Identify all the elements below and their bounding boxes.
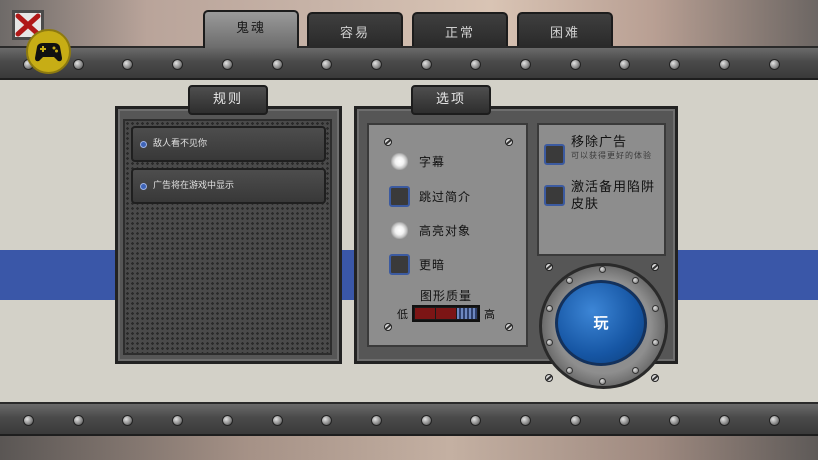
ring-bolt (599, 378, 606, 385)
rivet (769, 59, 780, 70)
option-highlight-objects[interactable]: 高亮对象 (389, 220, 509, 242)
gamepad-button[interactable] (26, 29, 71, 74)
rivet (272, 415, 283, 426)
rule-text: 广告将在游戏中显示 (153, 181, 235, 191)
ring-bolt (632, 367, 639, 374)
ring-bolt (632, 277, 639, 284)
remove-ads-label: 移除广告 (571, 135, 628, 150)
remove-ads-checkbox[interactable] (544, 144, 565, 165)
ring-bolt (566, 277, 573, 284)
rule-text: 敌人看不见你 (153, 139, 208, 149)
screw (545, 374, 553, 382)
ring-bolt (546, 305, 553, 312)
rivet (321, 415, 332, 426)
rivet (222, 415, 233, 426)
ring-bolt (652, 305, 659, 312)
rivet (172, 415, 183, 426)
rivet (769, 415, 780, 426)
rivet (719, 415, 730, 426)
remove-ads-subtitle: 可以获得更好的体验 (571, 151, 652, 160)
ring-bolt (546, 339, 553, 346)
top-metal-rail (0, 46, 818, 80)
screw (651, 374, 659, 382)
rivet (321, 59, 332, 70)
ring-bolt (566, 367, 573, 374)
quality-high-label: 高 (484, 308, 495, 321)
rivet (619, 59, 630, 70)
rivet (570, 59, 581, 70)
rivet (520, 59, 531, 70)
option-subtitles[interactable]: 字幕 (389, 151, 509, 173)
rule-item: 广告将在游戏中显示 (131, 168, 326, 204)
quality-segment[interactable] (436, 308, 456, 319)
screw (505, 138, 513, 146)
option-label: 跳过简介 (419, 190, 472, 204)
screw (384, 138, 392, 146)
rivet (172, 59, 183, 70)
rivet (470, 59, 481, 70)
rivet (222, 59, 233, 70)
graphics-quality-title: 图形质量 (419, 289, 472, 303)
ring-bolt (652, 339, 659, 346)
play-button[interactable]: 玩 (555, 280, 647, 366)
screw (505, 323, 513, 331)
quality-low-label: 低 (397, 308, 408, 321)
option-label: 更暗 (419, 258, 446, 272)
tab-ghost[interactable]: 鬼魂 (203, 10, 299, 48)
option-label: 字幕 (419, 155, 446, 169)
highlight-objects-checkbox[interactable] (389, 220, 410, 241)
backup-trap-checkbox[interactable] (544, 185, 565, 206)
rivet (669, 59, 680, 70)
option-skip-intro[interactable]: 跳过简介 (389, 186, 509, 208)
rule-bullet (140, 141, 147, 148)
tab-normal[interactable]: 正常 (412, 12, 508, 46)
gamepad-icon (35, 43, 62, 62)
tab-hard[interactable]: 困难 (517, 12, 613, 46)
subtitles-checkbox[interactable] (389, 151, 410, 172)
rivet (520, 415, 531, 426)
screw (545, 263, 553, 271)
rivet (371, 59, 382, 70)
option-label: 高亮对象 (419, 224, 472, 238)
rivet (719, 59, 730, 70)
rivet (23, 415, 34, 426)
rivet (122, 59, 133, 70)
bottom-metal-rail (0, 402, 818, 436)
rivet (371, 415, 382, 426)
ring-bolt (599, 266, 606, 273)
rivet (73, 415, 84, 426)
rule-bullet (140, 183, 147, 190)
quality-segment[interactable] (415, 308, 435, 319)
options-title: 选项 (411, 85, 491, 115)
rivet (73, 59, 84, 70)
screw (651, 263, 659, 271)
screw (384, 323, 392, 331)
tab-easy[interactable]: 容易 (307, 12, 403, 46)
graphics-quality-slider[interactable] (412, 305, 480, 322)
darker-checkbox[interactable] (389, 254, 410, 275)
rivet (570, 415, 581, 426)
skip-intro-checkbox[interactable] (389, 186, 410, 207)
quality-segment-selected[interactable] (457, 308, 477, 319)
rule-item: 敌人看不见你 (131, 126, 326, 162)
backup-trap-label: 激活备用陷阱皮肤 (571, 180, 656, 212)
rivet (669, 415, 680, 426)
rivet (421, 59, 432, 70)
rivet (470, 415, 481, 426)
rivet (421, 415, 432, 426)
rivet (619, 415, 630, 426)
rules-title: 规则 (188, 85, 268, 115)
rivet (272, 59, 283, 70)
option-darker[interactable]: 更暗 (389, 254, 509, 276)
background-scene-top (0, 0, 818, 52)
rivet (122, 415, 133, 426)
